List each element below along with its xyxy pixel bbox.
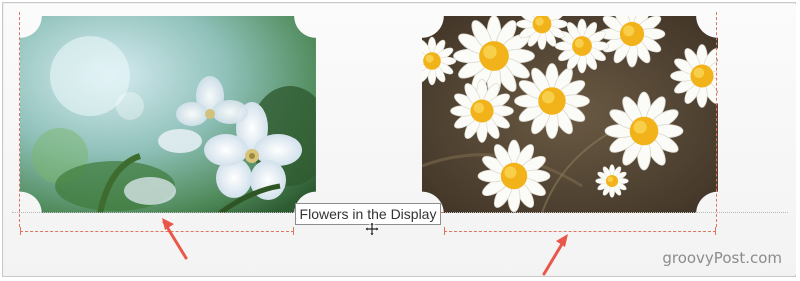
watermark: groovyPost.com <box>662 249 782 267</box>
apple-blossom-photo <box>20 16 316 213</box>
slide-frame: Flowers in the Display groovyPost.com <box>2 2 796 277</box>
vertical-guide-right <box>716 12 717 227</box>
slide-canvas[interactable]: Flowers in the Display groovyPost.com <box>4 4 796 276</box>
guide-tick <box>715 227 716 235</box>
daisy-image[interactable] <box>422 16 718 213</box>
vertical-guide-left <box>19 12 20 227</box>
guide-tick <box>444 227 445 235</box>
blossom-image[interactable] <box>20 16 316 213</box>
annotation-arrow-right <box>542 234 568 276</box>
guide-tick <box>20 227 21 235</box>
daisy-photo <box>422 16 718 213</box>
move-cursor-icon <box>365 222 379 236</box>
distance-guide-right <box>444 231 716 232</box>
guide-tick <box>293 227 294 235</box>
annotation-arrow-left <box>162 218 188 260</box>
